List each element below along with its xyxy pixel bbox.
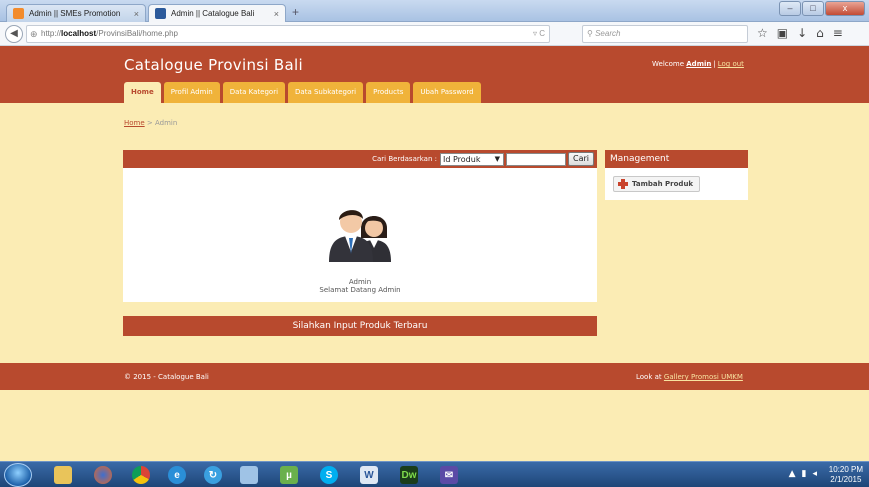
search-button[interactable]: Cari [568, 152, 594, 166]
main-panel: Cari Berdasarkan : Id Produk ▼ Cari Admi… [123, 150, 597, 302]
menu-icon[interactable]: ≡ [833, 26, 843, 40]
bookmark-star-icon[interactable]: ☆ [757, 26, 768, 40]
word-icon[interactable]: W [352, 464, 386, 486]
close-tab-icon[interactable]: × [134, 9, 139, 19]
breadcrumb-separator: > [144, 119, 155, 127]
search-field-value: Id Produk [443, 154, 481, 164]
nav-tab-products[interactable]: Products [366, 82, 411, 103]
look-prefix: Look at [636, 373, 662, 381]
site-footer: © 2015 - Catalogue Bali Look at Gallery … [0, 363, 869, 390]
minimize-button[interactable]: – [779, 1, 801, 16]
window-controls: – □ x [779, 1, 865, 16]
management-title: Management [605, 150, 748, 168]
tab-label: Admin || Catalogue Bali [171, 9, 255, 18]
back-button[interactable]: ◀ [5, 25, 23, 43]
windows-taskbar: e ↻ µ S W Dw ✉ ▲ ▮ ◂ 10:20 PM 2/1/2015 [0, 461, 869, 487]
gallery-link-text: Look at Gallery Promosi UMKM [636, 373, 743, 381]
gallery-link[interactable]: Gallery Promosi UMKM [664, 373, 743, 381]
tray-expand-icon[interactable]: ▲ [789, 469, 796, 479]
breadcrumb: Home > Admin [124, 119, 177, 127]
chrome-icon[interactable] [124, 464, 158, 486]
url-host: localhost [61, 29, 97, 38]
nav-tab-home[interactable]: Home [124, 82, 161, 103]
copyright-text: © 2015 - Catalogue Bali [124, 373, 209, 381]
tab-catalogue-bali[interactable]: Admin || Catalogue Bali × [148, 4, 286, 22]
system-tray: ▲ ▮ ◂ [789, 469, 817, 479]
nav-tab-ubah-password[interactable]: Ubah Password [413, 82, 481, 103]
url-prefix: http:// [41, 29, 62, 38]
plus-icon [618, 179, 628, 189]
network-icon[interactable]: ▮ [802, 469, 807, 479]
browser-toolbar: ☆ ▣ ↓ ⌂ ≡ [757, 26, 843, 40]
separator: | [713, 60, 716, 68]
profile-name: Admin [348, 278, 372, 286]
download-icon[interactable]: ↓ [797, 26, 807, 40]
search-field-select[interactable]: Id Produk ▼ [440, 152, 504, 166]
page-icon [155, 8, 166, 19]
add-product-button[interactable]: Tambah Produk [613, 176, 701, 192]
explorer-icon[interactable] [46, 464, 80, 486]
welcome-text: Welcome Admin | Log out [652, 60, 744, 68]
close-window-button[interactable]: x [825, 1, 865, 16]
volume-icon[interactable]: ◂ [812, 469, 817, 479]
logout-link[interactable]: Log out [718, 60, 744, 68]
product-search-bar: Cari Berdasarkan : Id Produk ▼ Cari [123, 150, 597, 168]
breadcrumb-current: Admin [155, 119, 178, 127]
globe-icon: ⊕ [30, 29, 38, 39]
breadcrumb-home-link[interactable]: Home [124, 119, 145, 127]
skype-icon[interactable]: S [312, 464, 346, 486]
profile-greeting: Selamat Datang Admin [319, 286, 401, 294]
browser-search-input[interactable]: ⚲ Search [582, 25, 748, 43]
chevron-down-icon: ▼ [494, 154, 500, 163]
start-button[interactable] [4, 463, 32, 487]
refresh-icon[interactable]: ↻ [196, 464, 230, 486]
management-panel: Management Tambah Produk [605, 150, 748, 200]
input-product-banner: Silahkan Input Produk Terbaru [123, 316, 597, 336]
tab-smes-promotion[interactable]: Admin || SMEs Promotion × [6, 4, 146, 22]
firefox-icon[interactable] [86, 464, 120, 486]
utorrent-icon[interactable]: µ [272, 464, 306, 486]
nav-tab-data-kategori[interactable]: Data Kategori [222, 82, 286, 103]
url-path: /ProvinsiBali/home.php [96, 29, 178, 38]
dreamweaver-icon[interactable]: Dw [392, 464, 426, 486]
user-link[interactable]: Admin [686, 60, 711, 68]
mail-icon[interactable]: ✉ [432, 464, 466, 486]
search-placeholder: Search [595, 29, 621, 38]
close-tab-icon[interactable]: × [274, 9, 279, 19]
tab-label: Admin || SMEs Promotion [29, 9, 121, 18]
site-title: Catalogue Provinsi Bali [124, 56, 303, 74]
edge-icon[interactable]: e [160, 464, 194, 486]
site-header: Catalogue Provinsi Bali Welcome Admin | Lo… [0, 46, 869, 103]
search-icon: ⚲ [587, 29, 593, 38]
search-keyword-input[interactable] [506, 152, 566, 166]
nav-tab-data-subkategori[interactable]: Data Subkategori [288, 82, 364, 103]
home-icon[interactable]: ⌂ [816, 26, 824, 40]
maximize-button[interactable]: □ [802, 1, 824, 16]
main-nav: Home Profil Admin Data Kategori Data Sub… [124, 82, 481, 103]
app-icon[interactable] [232, 464, 266, 486]
new-tab-button[interactable]: + [292, 5, 299, 19]
reload-icon[interactable]: ▿ C [533, 26, 545, 42]
search-label: Cari Berdasarkan : [372, 155, 437, 163]
clipboard-icon[interactable]: ▣ [777, 26, 788, 40]
browser-tabstrip: Admin || SMEs Promotion × Admin || Catal… [0, 0, 869, 22]
add-product-label: Tambah Produk [632, 180, 694, 188]
browser-navbar: ◀ ⊕ http://localhost/ProvinsiBali/home.p… [0, 22, 869, 46]
welcome-prefix: Welcome [652, 60, 685, 68]
nav-tab-profil-admin[interactable]: Profil Admin [163, 82, 220, 103]
blogger-icon [13, 8, 24, 19]
url-bar[interactable]: ⊕ http://localhost/ProvinsiBali/home.php… [26, 25, 550, 43]
clock[interactable]: 10:20 PM 2/1/2015 [829, 465, 863, 485]
clock-time: 10:20 PM [828, 465, 863, 474]
admin-avatar-icon [327, 200, 393, 262]
clock-date: 2/1/2015 [830, 475, 862, 484]
